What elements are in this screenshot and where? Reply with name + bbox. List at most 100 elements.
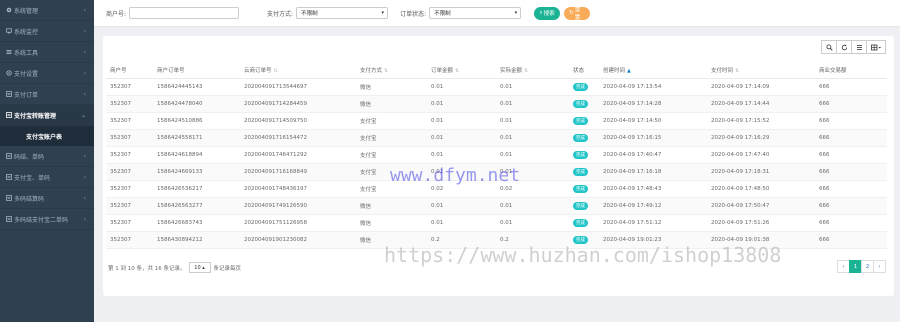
reset-button[interactable]: ↻ 重置 bbox=[564, 6, 591, 21]
table-cell: 2020-04-09 17:48:43 bbox=[599, 180, 707, 198]
sidebar: 系统管理 ‹ 系统监控 ‹ 系统工具 ‹ 支付设置 ‹ 支付订单 ‹ 支付宝转账… bbox=[0, 0, 94, 322]
table-cell: 1586424669133 bbox=[153, 163, 240, 181]
status-select[interactable]: 不限制 ▾ bbox=[429, 7, 522, 19]
chevron-left-icon: ‹ bbox=[83, 152, 86, 160]
refresh-icon[interactable] bbox=[836, 40, 852, 54]
sidebar-item-system-admin[interactable]: 系统管理 ‹ bbox=[0, 0, 94, 21]
sidebar-subitem-alipay-accounts[interactable]: 支付宝账户表 bbox=[0, 126, 94, 146]
table-cell: 2020-04-09 17:51:12 bbox=[599, 214, 707, 232]
status-badge: 完成 bbox=[573, 133, 588, 142]
table-cell: 666 bbox=[815, 197, 887, 215]
sidebar-item-payment-orders[interactable]: 支付订单 ‹ bbox=[0, 84, 94, 105]
table-cell: 微信 bbox=[356, 197, 427, 215]
sidebar-item-alipay-transfer[interactable]: 支付宝转账管理 ⌄ bbox=[0, 105, 94, 126]
table-row[interactable]: 352307 1586424558171 202004091716154472 支付宝… bbox=[106, 129, 887, 147]
table-cell: 2020-04-09 17:48:50 bbox=[707, 180, 815, 198]
sidebar-item-payment-settings[interactable]: 支付设置 ‹ bbox=[0, 63, 94, 84]
list-icon bbox=[6, 153, 12, 159]
table-cell: 352307 bbox=[106, 163, 153, 181]
column-header[interactable]: 支付方式 ⇅ bbox=[356, 62, 427, 79]
table-cell: 微信 bbox=[356, 78, 427, 96]
next-page-button[interactable]: › bbox=[873, 260, 886, 273]
orders-table: 商户号 商户订单号 云商订单号 ⇅ 支付方式 ⇅ 订单金额 ⇅ 实际金额 ⇅ 状态 创建… bbox=[106, 62, 887, 249]
table-row[interactable]: 352307 1586424510886 202004091714509750 支付宝… bbox=[106, 112, 887, 130]
table-cell: 完成 bbox=[569, 197, 599, 215]
bars-icon bbox=[6, 49, 12, 55]
table-cell: 0.01 bbox=[496, 112, 569, 130]
status-badge: 完成 bbox=[573, 99, 588, 108]
table-cell: 352307 bbox=[106, 197, 153, 215]
pagination-summary: 第 1 到 10 条，共 16 条记录。 bbox=[108, 265, 186, 272]
table-cell: 完成 bbox=[569, 214, 599, 232]
column-header[interactable]: 状态 bbox=[569, 62, 599, 79]
chevron-left-icon: ‹ bbox=[83, 90, 86, 98]
table-cell: 202004091714509750 bbox=[240, 112, 356, 130]
table-cell: 202004091714284459 bbox=[240, 95, 356, 113]
sort-icon: ⇅ bbox=[524, 67, 529, 74]
table-cell: 完成 bbox=[569, 129, 599, 147]
search-button[interactable]: ⌕ 搜索 bbox=[534, 6, 561, 20]
status-badge: 完成 bbox=[573, 201, 588, 210]
table-cell: 完成 bbox=[569, 180, 599, 198]
sidebar-item-alipay-single[interactable]: 支付宝、单码 ‹ bbox=[0, 167, 94, 188]
merchant-input[interactable] bbox=[129, 7, 240, 19]
table-cell: 0.01 bbox=[427, 129, 496, 147]
table-cell: 1586424558171 bbox=[153, 129, 240, 147]
column-header[interactable]: 商业交易额 bbox=[815, 62, 887, 79]
sidebar-item-label: 系统监控 bbox=[14, 28, 39, 36]
list-icon[interactable] bbox=[851, 40, 867, 54]
sidebar-item-label: 支付宝、单码 bbox=[14, 174, 51, 182]
table-cell: 支付宝 bbox=[356, 129, 427, 147]
page-size-select[interactable]: 10 ▴ bbox=[188, 262, 211, 273]
sidebar-item-label: 支付宝转账管理 bbox=[14, 112, 57, 120]
status-badge: 完成 bbox=[573, 218, 588, 227]
table-cell: 2020-04-09 17:14:28 bbox=[599, 95, 707, 113]
table-cell: 666 bbox=[815, 163, 887, 181]
table-cell: 完成 bbox=[569, 146, 599, 164]
monitor-icon bbox=[6, 28, 12, 34]
sort-icon: ⇅ bbox=[455, 67, 460, 74]
column-header[interactable]: 订单金额 ⇅ bbox=[427, 62, 496, 79]
sort-icon: ⇅ bbox=[735, 67, 740, 74]
sidebar-item-multi-alipay[interactable]: 多码结支付宝二单码 ‹ bbox=[0, 209, 94, 230]
sidebar-item-code-single[interactable]: 码结、单码 ‹ bbox=[0, 146, 94, 167]
chevron-left-icon: ‹ bbox=[83, 194, 86, 202]
table-cell: 0.01 bbox=[496, 197, 569, 215]
merchant-label: 商户号: bbox=[106, 10, 127, 18]
table-row[interactable]: 352307 1586426683743 202004091751126958 微信 0… bbox=[106, 214, 887, 232]
table-cell: 2020-04-09 17:16:15 bbox=[599, 129, 707, 147]
table-row[interactable]: 352307 1586424478040 202004091714284459 微信 0… bbox=[106, 95, 887, 113]
table-row[interactable]: 352307 1586426563277 202004091749126590 微信 0… bbox=[106, 197, 887, 215]
refresh-icon: ↻ bbox=[569, 10, 574, 16]
pay-method-select[interactable]: 不限制 ▾ bbox=[296, 7, 389, 19]
columns-icon[interactable] bbox=[866, 40, 886, 54]
column-header[interactable]: 实际金额 ⇅ bbox=[496, 62, 569, 79]
table-row[interactable]: 352307 1586424618894 202004091746471292 支付宝… bbox=[106, 146, 887, 164]
table-cell: 666 bbox=[815, 231, 887, 249]
column-header[interactable]: 商户号 bbox=[106, 62, 153, 79]
column-header[interactable]: 支付时间 ⇅ bbox=[707, 62, 815, 79]
table-cell: 2020-04-09 17:14:50 bbox=[599, 112, 707, 130]
sidebar-item-system-tools[interactable]: 系统工具 ‹ bbox=[0, 42, 94, 63]
chevron-left-icon: ‹ bbox=[83, 48, 86, 56]
sidebar-item-system-monitor[interactable]: 系统监控 ‹ bbox=[0, 21, 94, 42]
column-header[interactable]: 云商订单号 ⇅ bbox=[240, 62, 356, 79]
sidebar-item-multi-code[interactable]: 多码结算码 ‹ bbox=[0, 188, 94, 209]
pagination-info: 第 1 到 10 条，共 16 条记录。 10 ▴ 条记录每页 bbox=[108, 262, 241, 273]
watermark-text: www.dfym.net bbox=[390, 165, 521, 186]
search-icon[interactable] bbox=[821, 40, 837, 54]
table-cell: 2020-04-09 17:14:44 bbox=[707, 95, 815, 113]
status-value: 不限制 bbox=[434, 11, 451, 17]
table-cell: 352307 bbox=[106, 180, 153, 198]
table-header-row: 商户号 商户订单号 云商订单号 ⇅ 支付方式 ⇅ 订单金额 ⇅ 实际金额 ⇅ 状态 创建… bbox=[106, 62, 887, 79]
table-cell: 352307 bbox=[106, 78, 153, 96]
column-header[interactable]: 商户订单号 bbox=[153, 62, 240, 79]
column-header[interactable]: 创建时间 ▲ bbox=[599, 62, 707, 79]
table-cell: 0.01 bbox=[427, 112, 496, 130]
cog-icon bbox=[6, 70, 12, 76]
table-row[interactable]: 352307 1586424445143 202004091713544697 微信 0… bbox=[106, 78, 887, 96]
caret-down-icon: ▾ bbox=[514, 10, 518, 16]
sort-icon: ⇅ bbox=[273, 67, 278, 74]
table-cell: 666 bbox=[815, 129, 887, 147]
table-cell: 202004091901230082 bbox=[240, 231, 356, 249]
